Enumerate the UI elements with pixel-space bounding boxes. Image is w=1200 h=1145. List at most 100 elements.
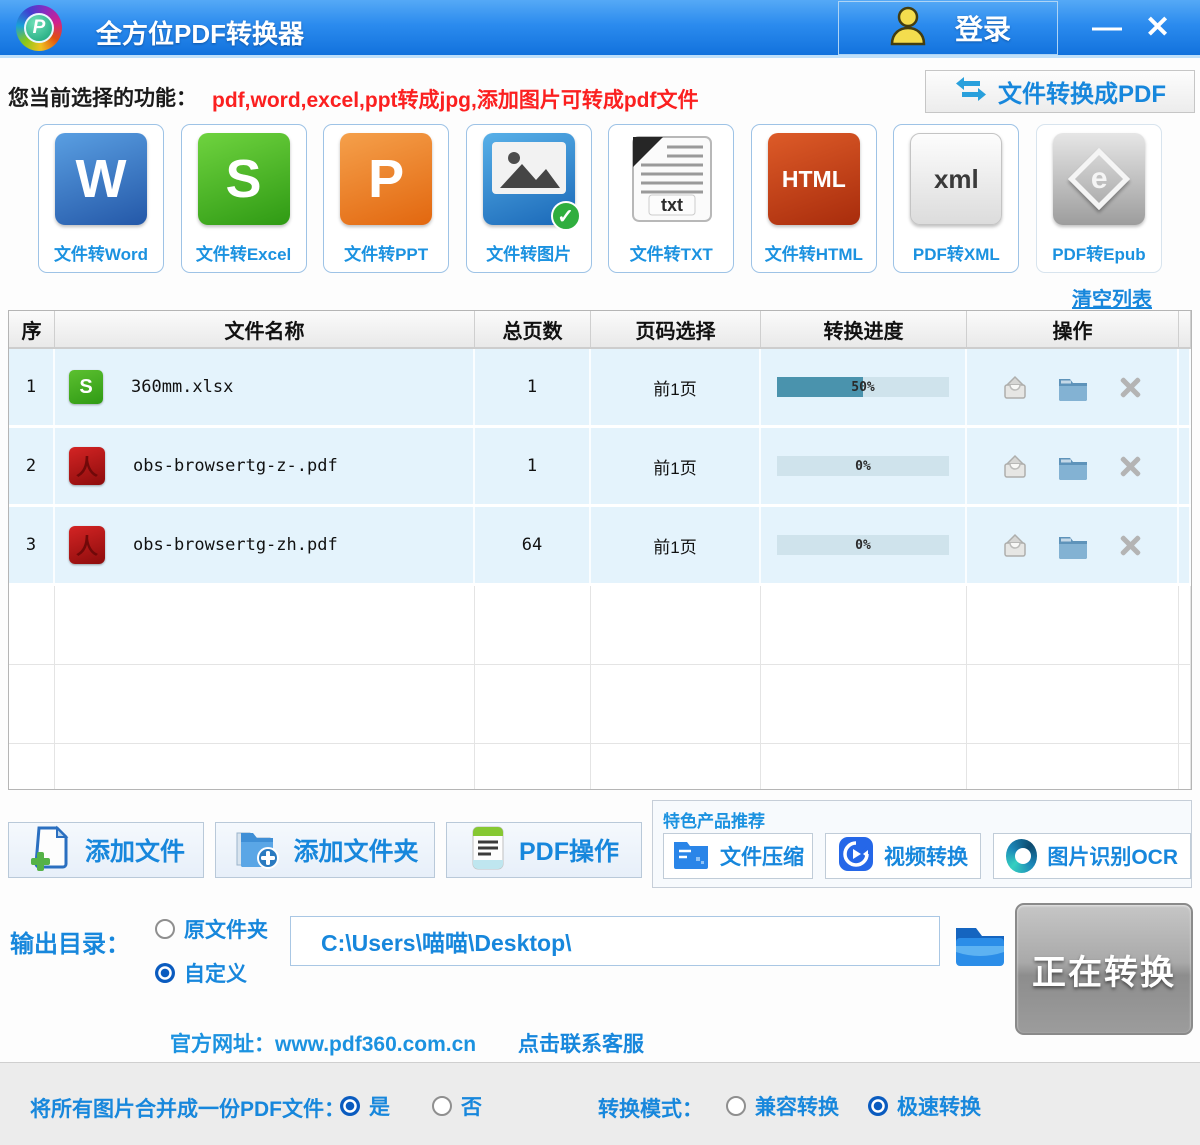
ppt-icon: P xyxy=(340,133,432,225)
page-range[interactable]: 前1页 xyxy=(591,349,761,425)
format-button-txt[interactable]: txt 文件转TXT xyxy=(608,124,734,273)
col-header-progress: 转换进度 xyxy=(761,311,967,347)
login-button[interactable]: 登录 xyxy=(838,1,1058,55)
output-path-input[interactable] xyxy=(290,916,940,966)
pdf-file-icon: 人 xyxy=(69,447,105,485)
radio-custom-folder[interactable]: 自定义 xyxy=(155,958,247,988)
file-compress-button[interactable]: 文件压缩 xyxy=(663,833,813,879)
window-title: 全方位PDF转换器 xyxy=(96,14,304,51)
format-button-image[interactable]: ✓ 文件转图片 xyxy=(466,124,592,273)
page-count: 1 xyxy=(475,428,591,504)
conversion-table: 序 文件名称 总页数 页码选择 转换进度 操作 1 S 360mm.xlsx 1… xyxy=(8,310,1192,790)
row-index: 1 xyxy=(9,349,55,425)
add-folder-button[interactable]: 添加文件夹 xyxy=(215,822,435,878)
close-button[interactable]: ✕ xyxy=(1145,8,1170,48)
radio-merge-no[interactable]: 否 xyxy=(432,1091,482,1121)
swap-arrows-icon xyxy=(954,76,988,107)
add-file-icon xyxy=(27,825,73,876)
contact-support-link[interactable]: 点击联系客服 xyxy=(518,1028,644,1058)
format-button-ppt[interactable]: P 文件转PPT xyxy=(323,124,449,273)
open-folder-icon[interactable] xyxy=(1056,530,1090,560)
col-header-filename: 文件名称 xyxy=(55,311,475,347)
app-window: P 全方位PDF转换器 登录 — ✕ 您当前选择的功能： pdf,word,ex… xyxy=(0,0,1200,1145)
radio-circle[interactable] xyxy=(726,1096,746,1116)
video-convert-icon xyxy=(838,836,874,877)
radio-merge-yes[interactable]: 是 xyxy=(340,1091,390,1121)
table-row[interactable]: 1 S 360mm.xlsx 1 前1页 50% xyxy=(9,349,1191,428)
col-header-operations: 操作 xyxy=(967,311,1179,347)
radio-circle-checked[interactable] xyxy=(155,963,175,983)
svg-text:txt: txt xyxy=(661,195,683,215)
format-button-xml[interactable]: xml PDF转XML xyxy=(893,124,1019,273)
format-button-word[interactable]: W 文件转Word xyxy=(38,124,164,273)
format-button-epub[interactable]: e PDF转Epub xyxy=(1036,124,1162,273)
pdf-operations-button[interactable]: PDF操作 xyxy=(446,822,642,878)
radio-circle-checked[interactable] xyxy=(868,1096,888,1116)
file-compress-icon xyxy=(672,838,710,875)
excel-icon: S xyxy=(198,133,290,225)
radio-mode-compatible[interactable]: 兼容转换 xyxy=(726,1091,839,1121)
format-button-row: W 文件转Word S 文件转Excel P 文件转PPT ✓ 文件转图片 xyxy=(38,124,1162,274)
minimize-button[interactable]: — xyxy=(1092,8,1122,48)
official-site-link[interactable]: 官方网址：www.pdf360.com.cn xyxy=(170,1028,476,1058)
ocr-button[interactable]: 图片识别OCR xyxy=(993,833,1191,879)
delete-icon[interactable] xyxy=(1116,373,1144,401)
progress-bar: 0% xyxy=(777,535,949,555)
login-label: 登录 xyxy=(955,8,1011,48)
format-button-excel[interactable]: S 文件转Excel xyxy=(181,124,307,273)
convert-to-pdf-button[interactable]: 文件转换成PDF xyxy=(925,70,1195,113)
featured-products-panel: 特色产品推荐 文件压缩 xyxy=(652,800,1192,888)
empty-row xyxy=(9,586,1191,665)
empty-row xyxy=(9,744,1191,790)
app-logo-icon: P xyxy=(16,5,62,51)
converting-button[interactable]: 正在转换 xyxy=(1015,903,1193,1035)
current-function-value: pdf,word,excel,ppt转成jpg,添加图片可转成pdf文件 xyxy=(212,84,699,114)
convert-mode-label: 转换模式： xyxy=(598,1093,703,1123)
radio-original-folder[interactable]: 原文件夹 xyxy=(155,914,268,944)
table-header-row: 序 文件名称 总页数 页码选择 转换进度 操作 xyxy=(9,311,1191,349)
empty-row xyxy=(9,665,1191,744)
format-button-html[interactable]: HTML 文件转HTML xyxy=(751,124,877,273)
clear-list-link[interactable]: 清空列表 xyxy=(1072,283,1152,312)
open-folder-icon[interactable] xyxy=(1056,451,1090,481)
convert-to-pdf-label: 文件转换成PDF xyxy=(998,74,1166,109)
html-icon: HTML xyxy=(768,133,860,225)
col-header-index: 序 xyxy=(9,311,55,347)
col-header-pages: 总页数 xyxy=(475,311,591,347)
radio-circle[interactable] xyxy=(432,1096,452,1116)
bottom-options-bar: 将所有图片合并成一份PDF文件： 是 否 转换模式： 兼容转换 极速转换 xyxy=(0,1062,1200,1145)
open-file-icon[interactable] xyxy=(1000,530,1030,560)
xlsx-file-icon: S xyxy=(69,370,103,404)
radio-mode-fast[interactable]: 极速转换 xyxy=(868,1091,981,1121)
video-convert-button[interactable]: 视频转换 xyxy=(825,833,981,879)
titlebar: P 全方位PDF转换器 登录 — ✕ xyxy=(0,0,1200,58)
open-file-icon[interactable] xyxy=(1000,372,1030,402)
page-range[interactable]: 前1页 xyxy=(591,507,761,583)
progress-label: 50% xyxy=(777,377,949,397)
open-folder-icon[interactable] xyxy=(1056,372,1090,402)
merge-images-label: 将所有图片合并成一份PDF文件： xyxy=(30,1093,345,1123)
add-folder-icon xyxy=(231,825,281,876)
txt-icon: txt xyxy=(625,133,717,225)
progress-label: 0% xyxy=(777,535,949,555)
table-row[interactable]: 3 人 obs-browsertg-zh.pdf 64 前1页 0% xyxy=(9,507,1191,586)
xml-icon: xml xyxy=(910,133,1002,225)
radio-circle[interactable] xyxy=(155,919,175,939)
col-header-pagerange: 页码选择 xyxy=(591,311,761,347)
radio-circle-checked[interactable] xyxy=(340,1096,360,1116)
page-range[interactable]: 前1页 xyxy=(591,428,761,504)
selected-check-icon: ✓ xyxy=(551,201,581,231)
row-index: 2 xyxy=(9,428,55,504)
pdf-operations-icon xyxy=(469,825,507,876)
ocr-icon xyxy=(1006,839,1037,873)
delete-icon[interactable] xyxy=(1116,531,1144,559)
epub-icon: e xyxy=(1053,133,1145,225)
browse-folder-button[interactable] xyxy=(950,918,1010,972)
featured-title: 特色产品推荐 xyxy=(663,807,765,832)
progress-bar: 0% xyxy=(777,456,949,476)
delete-icon[interactable] xyxy=(1116,452,1144,480)
open-file-icon[interactable] xyxy=(1000,451,1030,481)
file-name: obs-browsertg-z-.pdf xyxy=(133,456,338,476)
table-row[interactable]: 2 人 obs-browsertg-z-.pdf 1 前1页 0% xyxy=(9,428,1191,507)
add-file-button[interactable]: 添加文件 xyxy=(8,822,204,878)
